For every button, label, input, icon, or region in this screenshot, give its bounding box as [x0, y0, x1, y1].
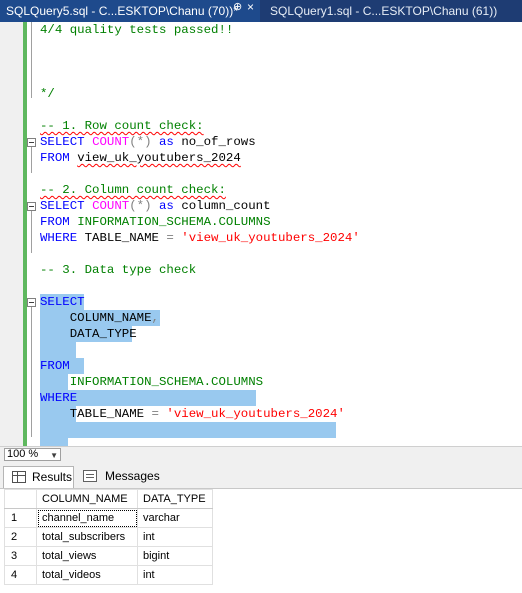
tab-title: SQLQuery5.sql - C...ESKTOP\Chanu (70))*	[6, 4, 238, 18]
outline-line	[31, 22, 32, 98]
close-icon[interactable]: ×	[247, 0, 254, 14]
code-line: -- 1. Row count check:	[40, 119, 204, 133]
grid-cell[interactable]: int	[137, 527, 213, 547]
collapse-toggle[interactable]	[27, 138, 36, 147]
tab-title: SQLQuery1.sql - C...ESKTOP\Chanu (61))	[270, 4, 498, 18]
message-icon	[83, 470, 97, 482]
code-line: WHERE TABLE_NAME = 'view_uk_youtubers_20…	[40, 231, 360, 245]
tab-sqlquery1[interactable]: SQLQuery1.sql - C...ESKTOP\Chanu (61))	[262, 0, 522, 22]
editor-gutter	[0, 22, 23, 446]
grid-cell[interactable]: int	[137, 565, 213, 585]
row-number: 3	[4, 546, 37, 566]
chevron-down-icon: ▼	[50, 451, 58, 460]
query-editor[interactable]: 4/4 quality tests passed!! */ -- 1. Row …	[0, 22, 522, 446]
document-tab-bar: SQLQuery5.sql - C...ESKTOP\Chanu (70))* …	[0, 0, 522, 22]
code-line: TABLE_NAME = 'view_uk_youtubers_2024'	[69, 407, 345, 421]
zoom-bar: 100 % ▼	[0, 446, 522, 462]
code-line: FROM	[40, 359, 70, 373]
code-line: -- 2. Column count check:	[40, 183, 226, 197]
grid-cell[interactable]: total_views	[36, 546, 138, 566]
selection-highlight	[40, 422, 336, 438]
row-number: 2	[4, 527, 37, 547]
grid-header-row: COLUMN_NAME DATA_TYPE	[4, 489, 213, 509]
grid-icon	[12, 471, 26, 483]
code-line: */	[40, 87, 55, 101]
code-line: COLUMN_NAME,	[69, 311, 159, 325]
code-line: INFORMATION_SCHEMA.COLUMNS	[69, 375, 264, 389]
grid-cell[interactable]: bigint	[137, 546, 213, 566]
grid-cell[interactable]: total_videos	[36, 565, 138, 585]
selection-highlight	[40, 342, 76, 358]
code-line: DATA_TYPE	[69, 327, 137, 341]
selection-highlight	[40, 438, 68, 446]
tab-messages-label: Messages	[105, 469, 160, 483]
results-grid-area: COLUMN_NAME DATA_TYPE 1 channel_name var…	[0, 489, 522, 593]
code-line: WHERE	[40, 391, 78, 405]
zoom-value: 100 %	[7, 448, 39, 460]
code-line: SELECT COUNT(*) as no_of_rows	[40, 135, 256, 149]
results-tab-bar: Results Messages	[0, 462, 522, 489]
grid-cell[interactable]: varchar	[137, 508, 213, 528]
table-row[interactable]: 1 channel_name varchar	[4, 508, 213, 528]
change-tracking-bar	[23, 22, 27, 446]
tab-results[interactable]: Results	[3, 466, 74, 488]
code-line: FROM INFORMATION_SCHEMA.COLUMNS	[40, 215, 271, 229]
zoom-select[interactable]: 100 % ▼	[4, 448, 61, 461]
outline-line	[31, 211, 32, 253]
column-header[interactable]: DATA_TYPE	[137, 489, 213, 509]
row-number: 1	[4, 508, 37, 528]
code-line: 4/4 quality tests passed!!	[40, 23, 234, 37]
table-row[interactable]: 4 total_videos int	[4, 565, 213, 585]
tab-results-label: Results	[32, 470, 73, 484]
collapse-toggle[interactable]	[27, 298, 36, 307]
row-number-header[interactable]	[4, 489, 37, 509]
pin-icon[interactable]: ⊕	[233, 0, 242, 13]
results-grid[interactable]: COLUMN_NAME DATA_TYPE 1 channel_name var…	[4, 489, 213, 585]
table-row[interactable]: 3 total_views bigint	[4, 546, 213, 566]
outline-line	[31, 147, 32, 173]
tab-messages[interactable]: Messages	[77, 466, 160, 488]
code-line: -- 3. Data type check	[40, 263, 197, 277]
grid-cell[interactable]: channel_name	[36, 508, 138, 528]
outline-line	[31, 307, 32, 437]
column-header[interactable]: COLUMN_NAME	[36, 489, 138, 509]
row-number: 4	[4, 565, 37, 585]
code-line: SELECT	[40, 295, 85, 309]
grid-cell[interactable]: total_subscribers	[36, 527, 138, 547]
code-area[interactable]: 4/4 quality tests passed!! */ -- 1. Row …	[40, 22, 522, 446]
code-line: SELECT COUNT(*) as column_count	[40, 199, 271, 213]
table-row[interactable]: 2 total_subscribers int	[4, 527, 213, 547]
code-line: FROM view_uk_youtubers_2024	[40, 151, 241, 165]
tab-sqlquery5[interactable]: SQLQuery5.sql - C...ESKTOP\Chanu (70))*	[0, 0, 260, 22]
collapse-toggle[interactable]	[27, 202, 36, 211]
